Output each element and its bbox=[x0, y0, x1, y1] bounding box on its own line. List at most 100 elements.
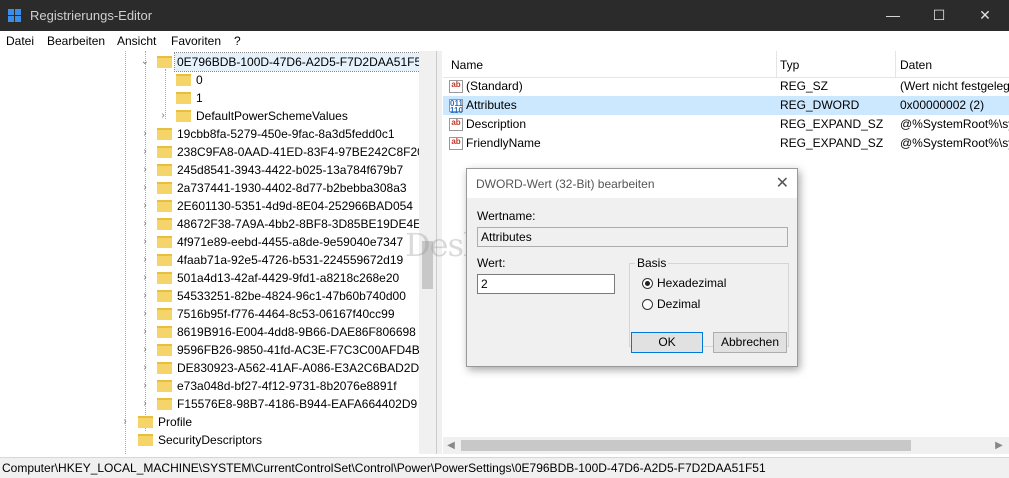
column-name[interactable]: Name bbox=[451, 58, 483, 72]
value-type: REG_EXPAND_SZ bbox=[780, 136, 884, 150]
tree-item-label: Profile bbox=[158, 415, 193, 429]
folder-icon bbox=[157, 164, 172, 176]
tree-item-label: 501a4d13-42af-4429-9fd1-a8218c268e20 bbox=[177, 271, 400, 285]
scroll-right-icon[interactable]: ▶ bbox=[991, 438, 1007, 453]
expand-icon[interactable]: › bbox=[140, 287, 150, 305]
maximize-button[interactable]: ☐ bbox=[916, 0, 962, 31]
value-data: @%SystemRoot%\sy bbox=[900, 117, 1009, 131]
expand-icon[interactable]: › bbox=[140, 395, 150, 413]
tree-item[interactable]: › 7516b95f-f776-4464-8c53-06167f40cc99 bbox=[0, 305, 420, 323]
regedit-app-icon bbox=[8, 9, 21, 22]
expand-icon[interactable]: › bbox=[158, 107, 168, 125]
tree-item[interactable]: › Profile bbox=[0, 413, 420, 431]
tree-item[interactable]: › 54533251-82be-4824-96c1-47b60b740d00 bbox=[0, 287, 420, 305]
menu-datei[interactable]: Datei bbox=[6, 34, 34, 48]
value-row[interactable]: ab Description REG_EXPAND_SZ @%SystemRoo… bbox=[443, 115, 1009, 134]
value-name: Attributes bbox=[466, 98, 517, 112]
value-name-field[interactable]: Attributes bbox=[477, 227, 788, 247]
expand-icon[interactable]: › bbox=[140, 305, 150, 323]
menu-help[interactable]: ? bbox=[234, 34, 241, 48]
value-row[interactable]: ab (Standard) REG_SZ (Wert nicht festgel… bbox=[443, 77, 1009, 96]
tree-item[interactable]: › DefaultPowerSchemeValues bbox=[0, 107, 420, 125]
close-button[interactable]: ✕ bbox=[962, 0, 1008, 31]
tree-item[interactable]: › 501a4d13-42af-4429-9fd1-a8218c268e20 bbox=[0, 269, 420, 287]
expand-icon[interactable]: › bbox=[140, 125, 150, 143]
scroll-left-icon[interactable]: ◀ bbox=[443, 438, 459, 453]
folder-icon bbox=[176, 92, 191, 104]
expand-icon[interactable]: › bbox=[140, 215, 150, 233]
expand-icon[interactable]: › bbox=[140, 323, 150, 341]
string-value-icon: ab bbox=[449, 137, 463, 150]
tree-item[interactable]: SecurityDescriptors bbox=[0, 431, 420, 449]
key-tree[interactable]: ⌄ 0E796BDB-100D-47D6-A2D5-F7D2DAA51F51 0… bbox=[0, 51, 437, 454]
folder-icon bbox=[157, 200, 172, 212]
tree-item[interactable]: › 4f971e89-eebd-4455-a8de-9e59040e7347 bbox=[0, 233, 420, 251]
value-data-input[interactable]: 2 bbox=[477, 274, 615, 294]
tree-item[interactable]: › DE830923-A562-41AF-A086-E3A2C6BAD2DA bbox=[0, 359, 427, 377]
expand-icon[interactable]: › bbox=[140, 179, 150, 197]
tree-item[interactable]: › 9596FB26-9850-41fd-AC3E-F7C3C00AFD4B bbox=[0, 341, 420, 359]
tree-item-label: 8619B916-E004-4dd8-9B66-DAE86F806698 bbox=[177, 325, 416, 339]
expand-icon[interactable]: › bbox=[140, 233, 150, 251]
minimize-button[interactable]: — bbox=[870, 0, 916, 31]
expand-icon[interactable]: › bbox=[140, 251, 150, 269]
tree-item[interactable]: › 238C9FA8-0AAD-41ED-83F4-97BE242C8F20 bbox=[0, 143, 423, 161]
folder-icon bbox=[157, 146, 172, 158]
column-data[interactable]: Daten bbox=[900, 58, 932, 72]
expand-icon[interactable]: › bbox=[140, 359, 150, 377]
tree-item[interactable]: 1 bbox=[0, 89, 420, 107]
dialog-close-icon[interactable]: ✕ bbox=[776, 173, 789, 193]
tree-item[interactable]: › 4faab71a-92e5-4726-b531-224559672d19 bbox=[0, 251, 420, 269]
tree-item[interactable]: 0 bbox=[0, 71, 420, 89]
expand-icon[interactable]: › bbox=[140, 341, 150, 359]
value-data: 0x00000002 (2) bbox=[900, 98, 985, 112]
folder-icon bbox=[157, 398, 172, 410]
folder-icon bbox=[176, 74, 191, 86]
binary-value-icon: 011 110 bbox=[449, 99, 463, 115]
tree-item-label: 1 bbox=[196, 91, 203, 105]
menu-bearbeiten[interactable]: Bearbeiten bbox=[47, 34, 105, 48]
tree-item[interactable]: › 8619B916-E004-4dd8-9B66-DAE86F806698 bbox=[0, 323, 420, 341]
value-name: FriendlyName bbox=[466, 136, 541, 150]
folder-icon bbox=[157, 362, 172, 374]
tree-item[interactable]: › 2E601130-5351-4d9d-8E04-252966BAD054 bbox=[0, 197, 420, 215]
collapse-icon[interactable]: ⌄ bbox=[140, 53, 150, 71]
menu-favoriten[interactable]: Favoriten bbox=[171, 34, 221, 48]
folder-icon bbox=[157, 290, 172, 302]
expand-icon[interactable]: › bbox=[140, 197, 150, 215]
expand-icon[interactable]: › bbox=[140, 161, 150, 179]
expand-icon[interactable]: › bbox=[140, 143, 150, 161]
tree-item[interactable]: › 19cbb8fa-5279-450e-9fac-8a3d5fedd0c1 bbox=[0, 125, 420, 143]
window-title: Registrierungs-Editor bbox=[30, 8, 153, 23]
tree-item[interactable]: › 2a737441-1930-4402-8d77-b2bebba308a3 bbox=[0, 179, 420, 197]
tree-item-selected[interactable]: ⌄ 0E796BDB-100D-47D6-A2D5-F7D2DAA51F51 bbox=[0, 52, 431, 72]
column-type[interactable]: Typ bbox=[780, 58, 799, 72]
expand-icon[interactable]: › bbox=[120, 413, 130, 431]
value-data: (Wert nicht festgeleg bbox=[900, 79, 1009, 93]
string-value-icon: ab bbox=[449, 80, 463, 93]
folder-icon bbox=[138, 434, 153, 446]
ok-button[interactable]: OK bbox=[631, 332, 703, 353]
expand-icon[interactable]: › bbox=[140, 377, 150, 395]
tree-item[interactable]: › 245d8541-3943-4422-b025-13a784f679b7 bbox=[0, 161, 420, 179]
tree-item[interactable]: › e73a048d-bf27-4f12-9731-8b2076e8891f bbox=[0, 377, 420, 395]
value-row[interactable]: ab FriendlyName REG_EXPAND_SZ @%SystemRo… bbox=[443, 134, 1009, 153]
folder-icon bbox=[157, 326, 172, 338]
tree-item[interactable]: › 48672F38-7A9A-4bb2-8BF8-3D85BE19DE4E bbox=[0, 215, 421, 233]
radio-selected-icon[interactable] bbox=[642, 278, 653, 289]
list-header: Name Typ Daten bbox=[443, 51, 1009, 78]
value-row-selected[interactable]: 011 110 Attributes REG_DWORD 0x00000002 (… bbox=[443, 96, 1009, 115]
radio-hexadecimal-label: Hexadezimal bbox=[657, 276, 727, 290]
tree-item-label: 2a737441-1930-4402-8d77-b2bebba308a3 bbox=[177, 181, 407, 195]
value-name-label: Wertname: bbox=[477, 209, 536, 223]
expand-icon[interactable]: › bbox=[140, 269, 150, 287]
string-value-icon: ab bbox=[449, 118, 463, 131]
scrollbar-thumb[interactable] bbox=[461, 440, 911, 451]
folder-open-icon bbox=[157, 56, 172, 68]
radio-unselected-icon[interactable] bbox=[642, 299, 653, 310]
list-horizontal-scrollbar[interactable]: ◀ ▶ bbox=[443, 437, 1009, 454]
tree-item[interactable]: › F15576E8-98B7-4186-B944-EAFA664402D9 bbox=[0, 395, 420, 413]
tree-item-label: 54533251-82be-4824-96c1-47b60b740d00 bbox=[177, 289, 406, 303]
menu-ansicht[interactable]: Ansicht bbox=[117, 34, 156, 48]
cancel-button[interactable]: Abbrechen bbox=[713, 332, 787, 353]
